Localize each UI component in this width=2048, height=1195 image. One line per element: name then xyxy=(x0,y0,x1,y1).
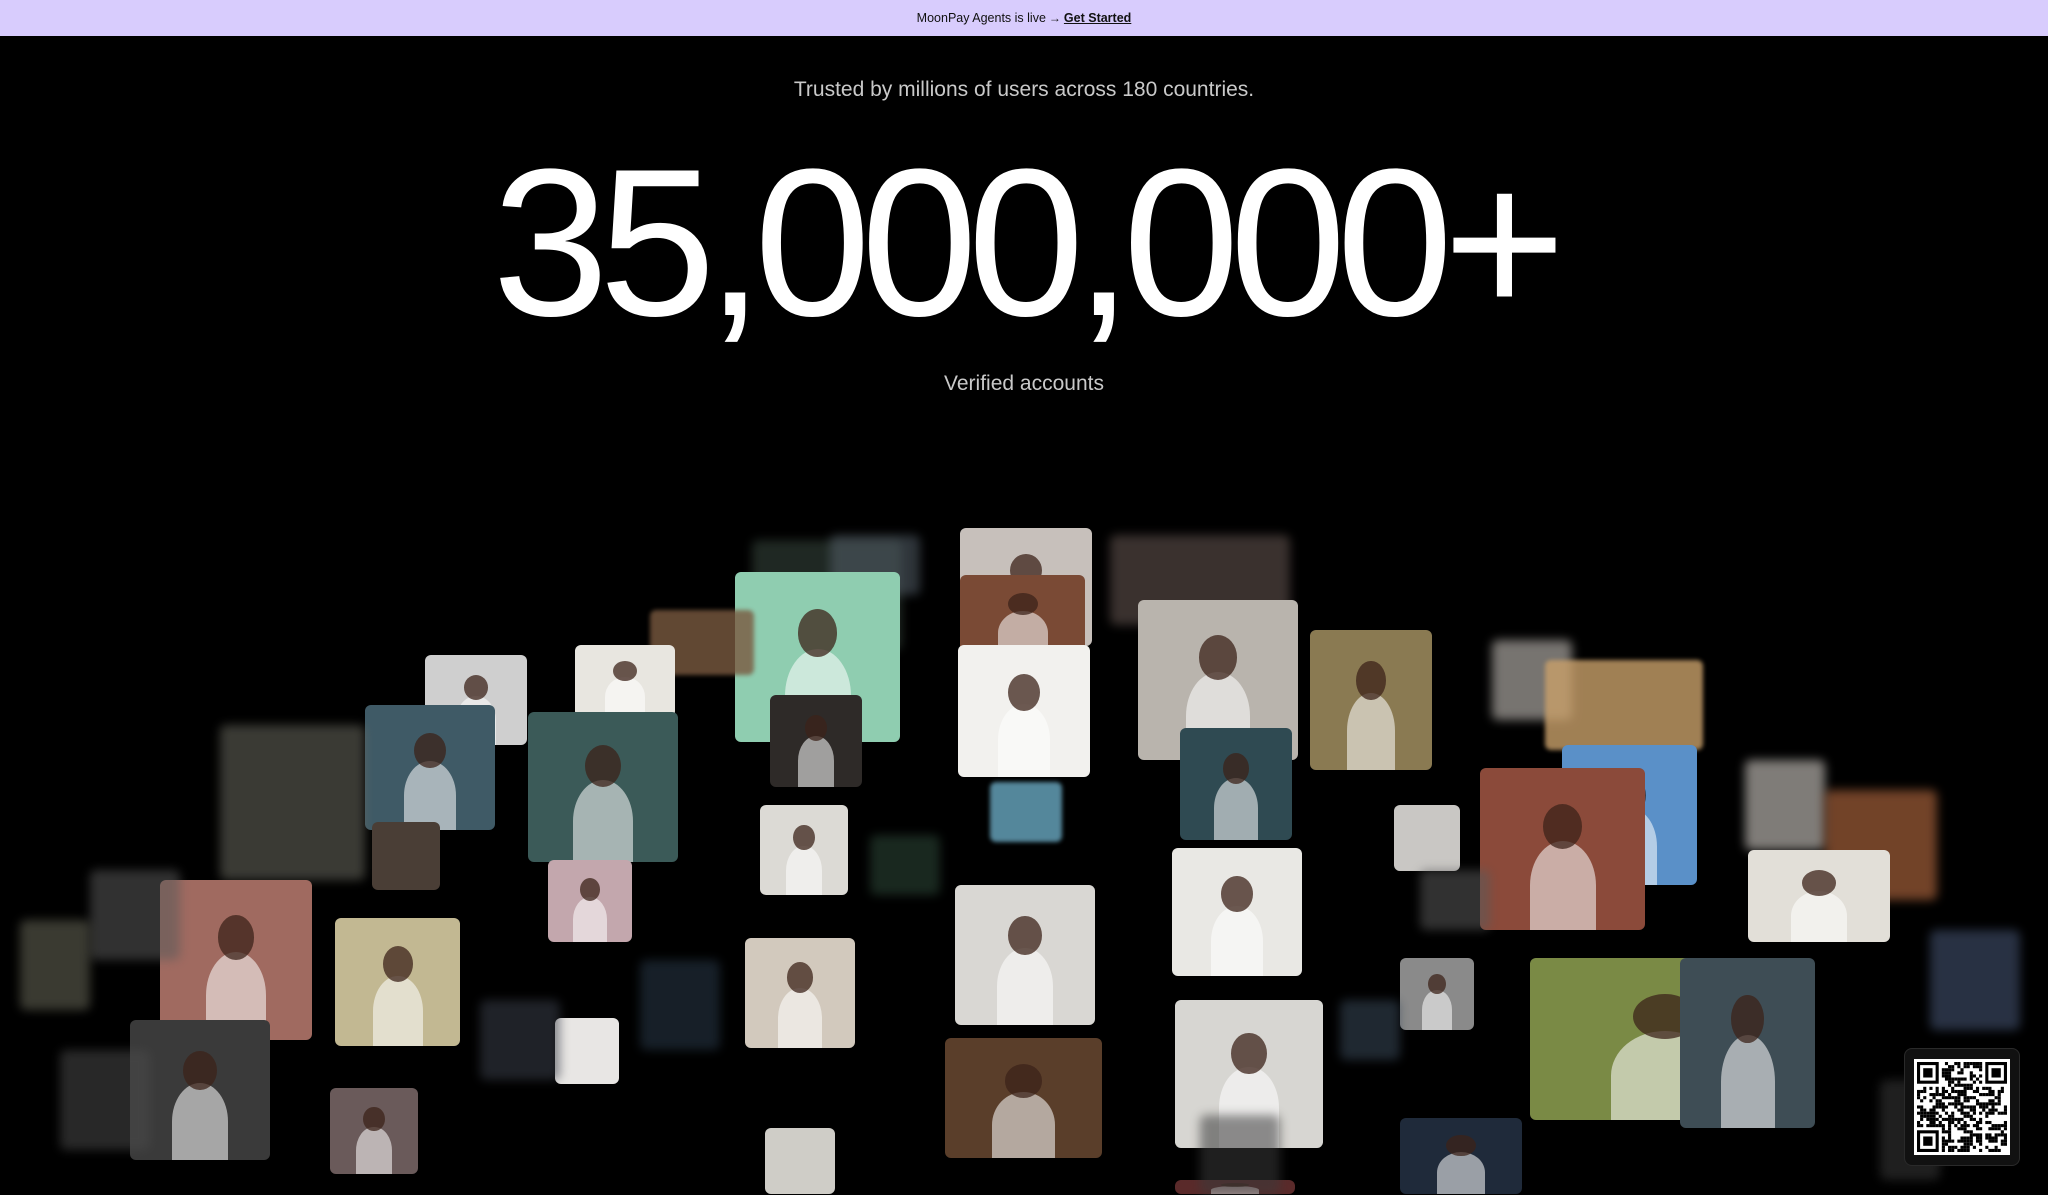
user-photo-tile xyxy=(1745,760,1825,850)
user-photo-tile xyxy=(1172,848,1302,976)
user-photo-tile xyxy=(1545,660,1703,750)
user-photo-tile xyxy=(20,920,90,1010)
person-silhouette xyxy=(573,779,633,862)
user-photo-tile xyxy=(480,1000,560,1080)
user-photo-tile xyxy=(90,870,180,960)
user-photo-tile xyxy=(1680,958,1815,1128)
qr-code-widget[interactable] xyxy=(1904,1048,2020,1166)
person-silhouette xyxy=(1790,891,1848,942)
user-photo-tile xyxy=(555,1018,619,1084)
user-photo-tile xyxy=(945,1038,1102,1158)
user-photo-tile xyxy=(1480,768,1645,930)
user-photo-tile xyxy=(160,880,312,1040)
person-silhouette xyxy=(573,896,607,942)
user-photo-tile xyxy=(1310,630,1432,770)
qr-code-icon xyxy=(1914,1059,2010,1155)
person-head xyxy=(1198,635,1238,680)
user-photo-tile xyxy=(958,645,1090,777)
person-head xyxy=(1221,876,1253,912)
user-photo-mosaic xyxy=(0,0,2048,1195)
user-photo-tile xyxy=(365,705,495,830)
person-head xyxy=(382,946,413,982)
user-photo-tile xyxy=(770,695,862,787)
user-photo-tile xyxy=(960,575,1085,655)
person-silhouette xyxy=(372,975,423,1046)
person-silhouette xyxy=(404,761,456,830)
user-photo-tile xyxy=(1400,1118,1522,1194)
user-photo-tile xyxy=(60,1050,150,1150)
person-head xyxy=(1356,660,1386,700)
person-head xyxy=(1428,973,1446,994)
person-head xyxy=(414,732,446,768)
user-photo-tile xyxy=(220,725,365,880)
user-photo-tile xyxy=(1400,958,1474,1030)
person-silhouette xyxy=(1720,1034,1775,1128)
person-head xyxy=(585,745,621,787)
user-photo-tile xyxy=(372,822,440,890)
person-silhouette xyxy=(786,845,822,895)
user-photo-tile xyxy=(1200,1115,1280,1195)
person-head xyxy=(579,878,601,901)
user-photo-tile xyxy=(335,918,460,1046)
person-head xyxy=(1231,1032,1267,1074)
person-silhouette xyxy=(1529,840,1596,930)
person-silhouette xyxy=(778,987,822,1048)
person-silhouette xyxy=(172,1083,228,1160)
user-photo-tile xyxy=(1340,1000,1400,1060)
person-head xyxy=(1542,803,1583,849)
user-photo-tile xyxy=(330,1088,418,1174)
person-head xyxy=(1446,1134,1476,1156)
person-silhouette xyxy=(797,736,835,787)
user-photo-tile xyxy=(1180,728,1292,840)
user-photo-tile xyxy=(955,885,1095,1025)
person-silhouette xyxy=(1422,990,1452,1030)
user-photo-tile xyxy=(528,712,678,862)
user-photo-tile xyxy=(1394,805,1460,871)
person-head xyxy=(1801,870,1837,896)
person-head xyxy=(463,674,489,700)
person-silhouette xyxy=(1346,693,1396,770)
user-photo-tile xyxy=(870,835,940,895)
person-head xyxy=(1222,752,1250,784)
user-photo-tile xyxy=(640,960,720,1050)
person-silhouette xyxy=(992,1092,1055,1158)
person-head xyxy=(183,1050,217,1090)
person-head xyxy=(1007,592,1038,615)
person-silhouette xyxy=(997,704,1051,777)
person-head xyxy=(363,1106,385,1131)
person-head xyxy=(1008,674,1040,711)
person-head xyxy=(797,609,838,657)
user-photo-tile xyxy=(990,782,1062,842)
person-silhouette xyxy=(1211,905,1263,976)
person-head xyxy=(613,660,637,681)
person-head xyxy=(1008,915,1042,955)
person-silhouette xyxy=(356,1126,392,1174)
user-photo-tile xyxy=(745,938,855,1048)
person-silhouette xyxy=(1436,1152,1486,1194)
person-head xyxy=(793,824,815,850)
user-photo-tile xyxy=(130,1020,270,1160)
person-silhouette xyxy=(997,948,1053,1025)
user-photo-tile xyxy=(575,645,675,717)
person-head xyxy=(804,715,828,741)
user-photo-tile xyxy=(548,860,632,942)
user-photo-tile xyxy=(1748,850,1890,942)
person-head xyxy=(1731,995,1764,1043)
person-head xyxy=(1004,1064,1043,1098)
person-silhouette xyxy=(1213,778,1259,840)
user-photo-tile xyxy=(1930,930,2020,1030)
user-photo-tile xyxy=(1420,870,1490,930)
person-head xyxy=(217,915,255,960)
user-photo-tile xyxy=(760,805,848,895)
user-photo-tile xyxy=(765,1128,835,1194)
person-head xyxy=(786,962,814,993)
